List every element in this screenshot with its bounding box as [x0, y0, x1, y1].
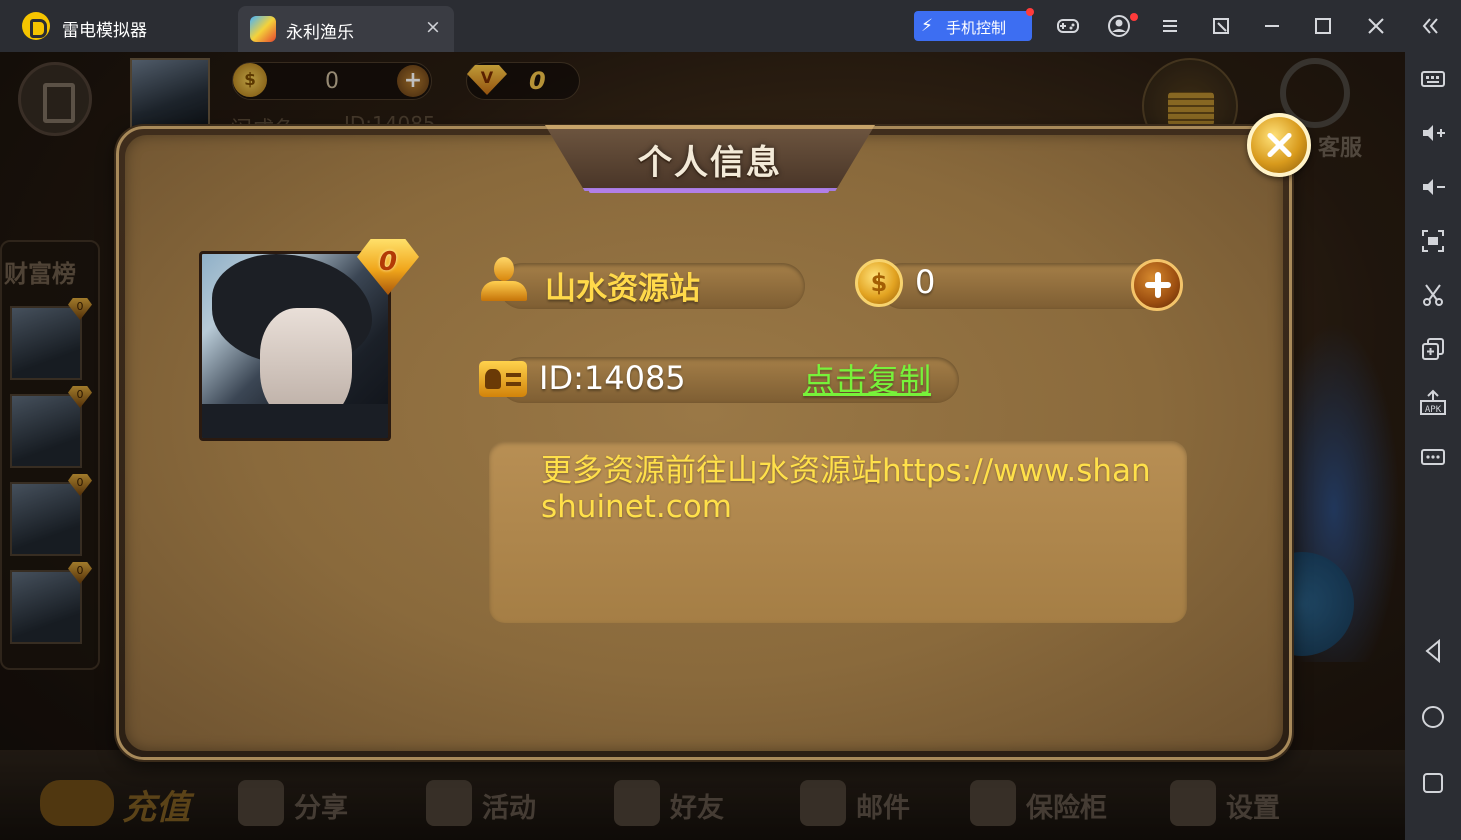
app-logo-icon [22, 12, 50, 40]
back-icon[interactable] [1418, 636, 1448, 666]
home-icon[interactable] [1418, 702, 1448, 732]
account-notification-dot [1130, 13, 1138, 21]
username: 山水资源站 [545, 271, 700, 307]
minimize-icon[interactable] [1259, 13, 1285, 39]
coin-balance: 0 [915, 263, 936, 301]
more-icon[interactable] [1418, 442, 1448, 472]
title-underline [589, 189, 829, 193]
app-name: 雷电模拟器 [62, 21, 147, 41]
add-coins-button[interactable] [1131, 259, 1183, 311]
dialog-title: 个人信息 [638, 143, 782, 183]
volume-down-icon[interactable] [1418, 172, 1448, 202]
screenshot-icon[interactable] [1418, 226, 1448, 256]
signature-box[interactable]: 更多资源前往山水资源站https://www.shanshuinet.com [489, 441, 1187, 623]
game-screen: $ 0 + V 0 闷成鱼 ID:14085 客服 财富榜 0 0 0 0 充值… [0, 52, 1405, 840]
tab-game[interactable]: 永利渔乐 × [238, 6, 454, 52]
tab-label: 永利渔乐 [286, 23, 354, 43]
avatar[interactable] [199, 251, 391, 441]
emulator-sidebar: APK [1405, 52, 1461, 840]
coin-icon: $ [855, 259, 903, 307]
maximize-icon[interactable] [1310, 13, 1336, 39]
user-icon [479, 257, 529, 305]
notification-dot [1026, 8, 1034, 16]
collapse-sidebar-icon[interactable] [1417, 13, 1443, 39]
player-id: ID:14085 [539, 359, 686, 397]
phone-control-label: 手机控制 [946, 19, 1007, 37]
volume-up-icon[interactable] [1418, 118, 1448, 148]
tab-close-icon[interactable]: × [422, 16, 444, 38]
gamepad-icon[interactable] [1055, 13, 1081, 39]
personal-info-dialog: 个人信息 0 山水资源站 $ 0 ID:14085 点击复制 更多资源前往山水资… [116, 113, 1311, 760]
copy-id-link[interactable]: 点击复制 [803, 355, 931, 401]
recents-icon[interactable] [1418, 768, 1448, 798]
multi-instance-icon[interactable] [1418, 334, 1448, 364]
keyboard-icon[interactable] [1418, 64, 1448, 94]
emulator-titlebar: 雷电模拟器 永利渔乐 × ⚡ 手机控制 [0, 0, 1461, 52]
id-card-icon [479, 361, 527, 397]
dialog-close-button[interactable] [1247, 113, 1311, 177]
phone-control-button[interactable]: ⚡ 手机控制 [914, 11, 1032, 41]
scissors-icon[interactable] [1418, 280, 1448, 310]
dialog-title-plate: 个人信息 [545, 125, 875, 191]
install-apk-icon[interactable]: APK [1418, 388, 1448, 418]
avatar-coat [202, 404, 388, 438]
apk-text: APK [1425, 405, 1442, 415]
close-icon[interactable] [1363, 13, 1389, 39]
signature-text: 更多资源前往山水资源站https://www.shanshuinet.com [541, 453, 1151, 525]
menu-icon[interactable] [1157, 13, 1183, 39]
game-app-icon [250, 16, 276, 42]
account-icon[interactable] [1106, 13, 1132, 39]
shrink-window-icon[interactable] [1208, 13, 1234, 39]
lightning-icon: ⚡ [921, 16, 933, 36]
